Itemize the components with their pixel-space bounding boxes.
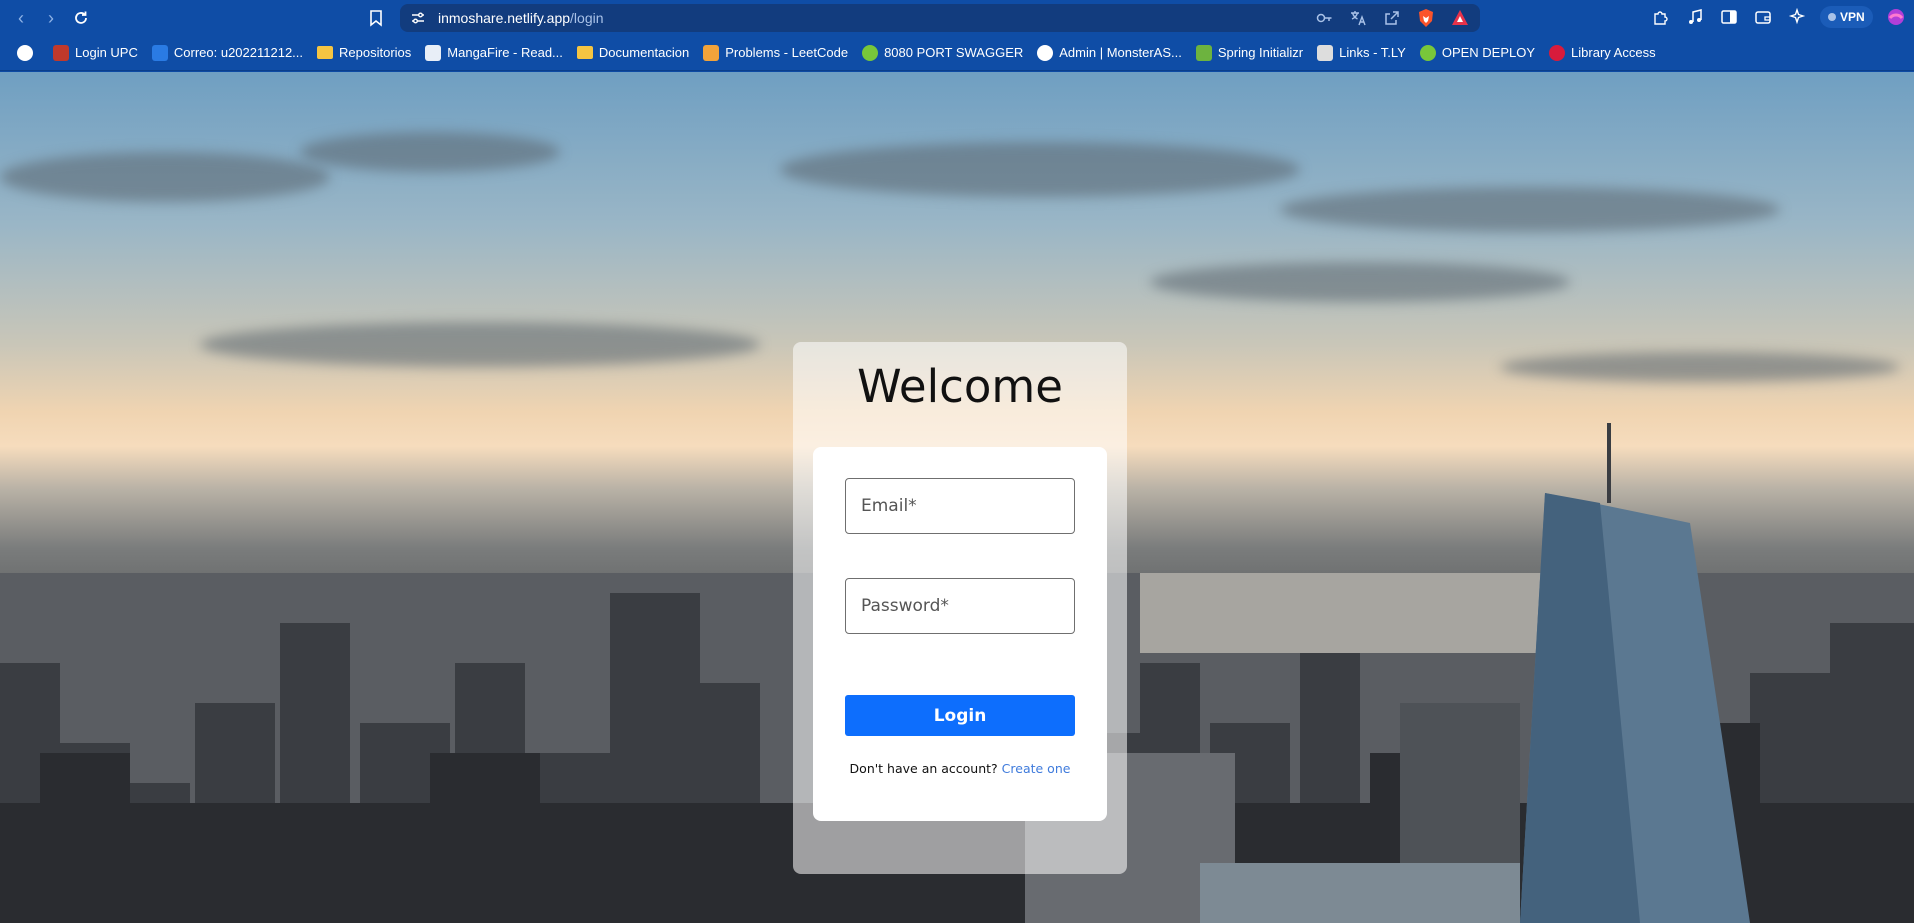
vpn-status-icon — [1828, 13, 1836, 21]
folder-icon — [317, 46, 334, 59]
email-field[interactable] — [845, 478, 1075, 534]
password-input[interactable] — [846, 579, 1074, 633]
swagger-icon — [862, 44, 879, 61]
bookmark-label: MangaFire - Read... — [447, 45, 563, 60]
profile-avatar[interactable] — [1885, 6, 1907, 28]
bookmark-item[interactable]: Admin | MonsterAS... — [1030, 39, 1189, 67]
cloud — [1150, 262, 1570, 302]
outlook-icon — [151, 44, 168, 61]
bookmark-item[interactable]: Problems - LeetCode — [696, 39, 855, 67]
folder-icon — [576, 46, 593, 59]
bookmark-icon — [370, 10, 382, 27]
vpn-button[interactable]: VPN — [1820, 6, 1873, 28]
bookmark-label: Spring Initializr — [1217, 45, 1304, 60]
bookmark-page-button[interactable] — [366, 8, 386, 28]
bookmark-label: Problems - LeetCode — [725, 45, 849, 60]
password-field[interactable] — [845, 578, 1075, 634]
site-settings-icon[interactable] — [410, 10, 426, 26]
wallet-icon[interactable] — [1752, 6, 1774, 28]
create-account-link[interactable]: Create one — [1002, 761, 1071, 776]
cloud — [1500, 352, 1900, 382]
bookmark-item[interactable]: 8080 PORT SWAGGER — [855, 39, 1030, 67]
manga-icon — [425, 44, 442, 61]
brave-shields-icon[interactable] — [1416, 8, 1436, 28]
cloud — [780, 142, 1300, 197]
login-button[interactable]: Login — [845, 695, 1075, 736]
reload-button[interactable] — [70, 7, 92, 29]
bookmark-label: Links - T.LY — [1339, 45, 1406, 60]
bookmark-label: Login UPC — [75, 45, 138, 60]
cloud — [200, 322, 760, 367]
bookmark-label: Admin | MonsterAS... — [1059, 45, 1182, 60]
bookmark-label: OPEN DEPLOY — [1441, 45, 1536, 60]
leetcode-icon — [703, 44, 720, 61]
address-bar[interactable]: inmoshare.netlify.app/login — [400, 4, 1480, 32]
page-title: Welcome — [857, 360, 1063, 413]
extensions-icon[interactable] — [1650, 6, 1672, 28]
bookmark-item[interactable]: Library Access — [1542, 39, 1663, 67]
signup-prompt-text: Don't have an account? — [849, 761, 998, 776]
sidebar-icon[interactable] — [1718, 6, 1740, 28]
spring-icon — [1195, 44, 1212, 61]
bookmark-item[interactable]: Correo: u202211212... — [145, 39, 310, 67]
password-key-icon[interactable] — [1314, 8, 1334, 28]
reload-icon — [75, 11, 87, 24]
bookmark-label: Correo: u202211212... — [173, 45, 304, 60]
leo-ai-icon[interactable] — [1786, 6, 1808, 28]
bookmark-item[interactable]: Repositorios — [310, 39, 418, 67]
globe-icon — [1037, 44, 1054, 61]
email-input[interactable] — [846, 479, 1074, 533]
bookmark-label: Repositorios — [339, 45, 412, 60]
bookmark-item[interactable]: Documentacion — [570, 39, 696, 67]
page-background: Welcome Login Don't have an account? Cre… — [0, 72, 1914, 923]
globe-icon — [17, 44, 33, 61]
swagger-icon — [1419, 44, 1436, 61]
bookmark-label: Documentacion — [598, 45, 690, 60]
bookmark-item[interactable]: Links - T.LY — [1310, 39, 1413, 67]
bookmark-item[interactable]: MangaFire - Read... — [418, 39, 570, 67]
signup-prompt: Don't have an account? Create one — [813, 761, 1107, 776]
brave-rewards-icon[interactable] — [1450, 8, 1470, 28]
translate-icon[interactable] — [1348, 8, 1368, 28]
library-icon — [1549, 44, 1566, 61]
tly-icon — [1317, 44, 1334, 61]
cloud — [0, 152, 330, 202]
bookmark-item[interactable] — [10, 39, 46, 67]
back-button[interactable]: ‹ — [10, 7, 32, 29]
share-icon[interactable] — [1382, 8, 1402, 28]
bookmarks-bar: Login UPC Correo: u202211212... Repositori… — [0, 35, 1914, 71]
media-icon[interactable] — [1684, 6, 1706, 28]
forward-button[interactable]: › — [40, 7, 62, 29]
bookmark-item[interactable]: OPEN DEPLOY — [1413, 39, 1542, 67]
login-card: Welcome Login Don't have an account? Cre… — [793, 342, 1127, 874]
browser-toolbar: ‹ › inmoshare.netlify.app/login VPN — [0, 0, 1914, 35]
bookmark-label: 8080 PORT SWAGGER — [884, 45, 1024, 60]
login-form: Login Don't have an account? Create one — [813, 447, 1107, 821]
avatar-icon — [53, 44, 69, 61]
cloud — [1280, 187, 1780, 232]
bookmark-item[interactable]: Spring Initializr — [1189, 39, 1310, 67]
vpn-label: VPN — [1840, 10, 1865, 24]
url-text[interactable]: inmoshare.netlify.app/login — [438, 10, 604, 26]
bookmark-label: Library Access — [1571, 45, 1656, 60]
bookmark-item[interactable]: Login UPC — [46, 39, 145, 67]
cloud — [300, 132, 560, 172]
